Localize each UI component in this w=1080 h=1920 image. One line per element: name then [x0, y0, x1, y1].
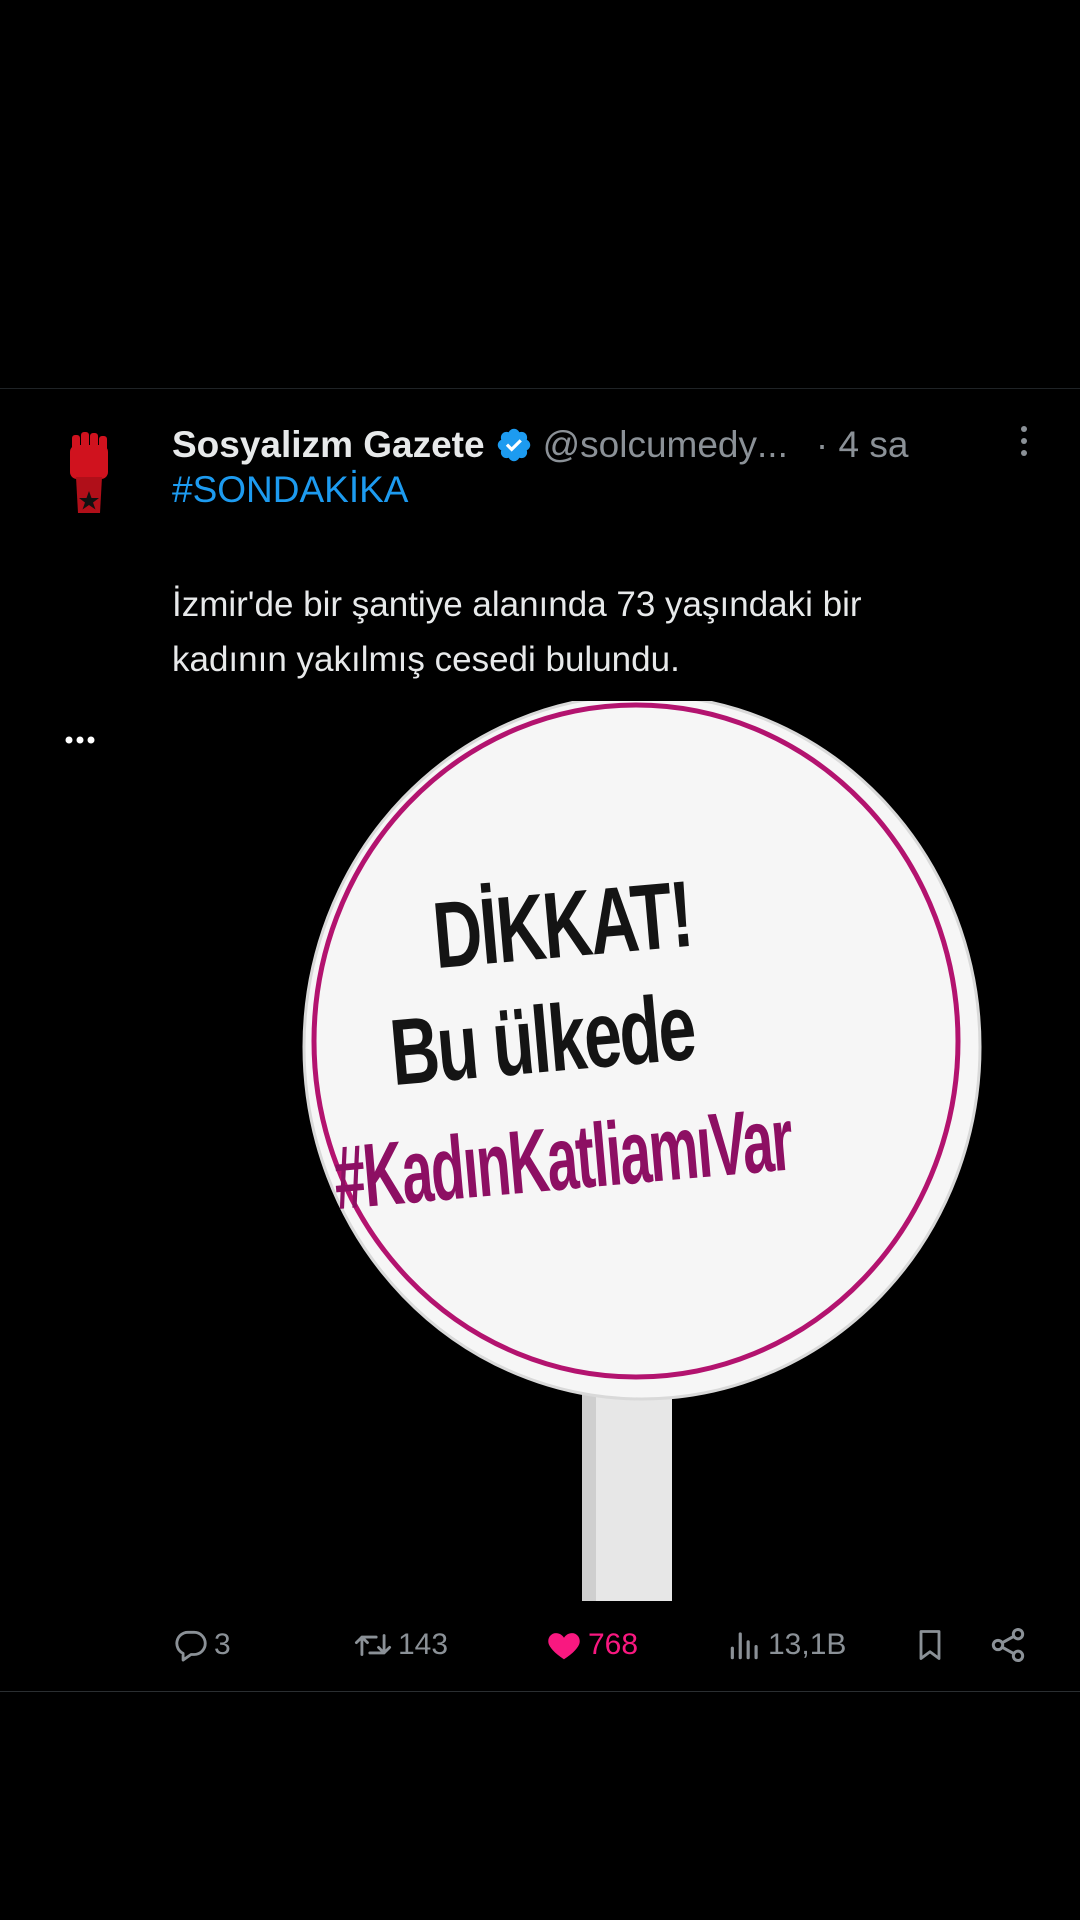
retweet-icon [354, 1634, 392, 1656]
views-button[interactable]: 13,1B [726, 1617, 846, 1673]
views-icon [730, 1632, 758, 1660]
handle-truncation: ... [757, 424, 788, 465]
reply-icon [175, 1630, 207, 1662]
avatar-fist-logo[interactable] [60, 429, 120, 519]
like-count: 768 [588, 1628, 639, 1661]
bookmark-icon [919, 1630, 941, 1660]
bookmark-button[interactable] [912, 1617, 948, 1673]
tweet-actions-bar: 3 143 768 13,1B [172, 1617, 1034, 1673]
verified-badge-icon [497, 428, 530, 462]
tweet-text-line-2: kadının yakılmış cesedi bulundu. [172, 640, 680, 679]
share-button[interactable] [988, 1617, 1028, 1673]
reply-count: 3 [214, 1628, 231, 1661]
reply-button[interactable]: 3 [172, 1617, 231, 1673]
side-more-icon[interactable] [64, 735, 96, 745]
heart-icon [548, 1633, 580, 1660]
retweet-count: 143 [398, 1628, 449, 1661]
share-icon [991, 1628, 1025, 1662]
tweet-timestamp[interactable]: · 4 sa [816, 424, 909, 466]
tweet-card[interactable]: Sosyalizm Gazete @solcumedy... · 4 sa #S… [0, 388, 1080, 1692]
like-button[interactable]: 768 [544, 1617, 638, 1673]
tweet-text: İzmir'de bir şantiye alanında 73 yaşında… [172, 577, 1012, 687]
user-handle[interactable]: @solcumedy [543, 424, 757, 466]
tweet-header: Sosyalizm Gazete @solcumedy... · 4 sa [172, 417, 1052, 473]
display-name[interactable]: Sosyalizm Gazete [172, 424, 485, 466]
more-vertical-icon[interactable] [1014, 421, 1034, 461]
views-count: 13,1B [768, 1628, 847, 1661]
tweet-media-image[interactable]: DİKKAT! Bu ülkede #KadınKatliamıVar [172, 701, 1052, 1601]
hashtag-link[interactable]: #SONDAKİKA [172, 469, 408, 511]
retweet-button[interactable]: 143 [352, 1617, 448, 1673]
tweet-text-line-1: İzmir'de bir şantiye alanında 73 yaşında… [172, 585, 862, 624]
